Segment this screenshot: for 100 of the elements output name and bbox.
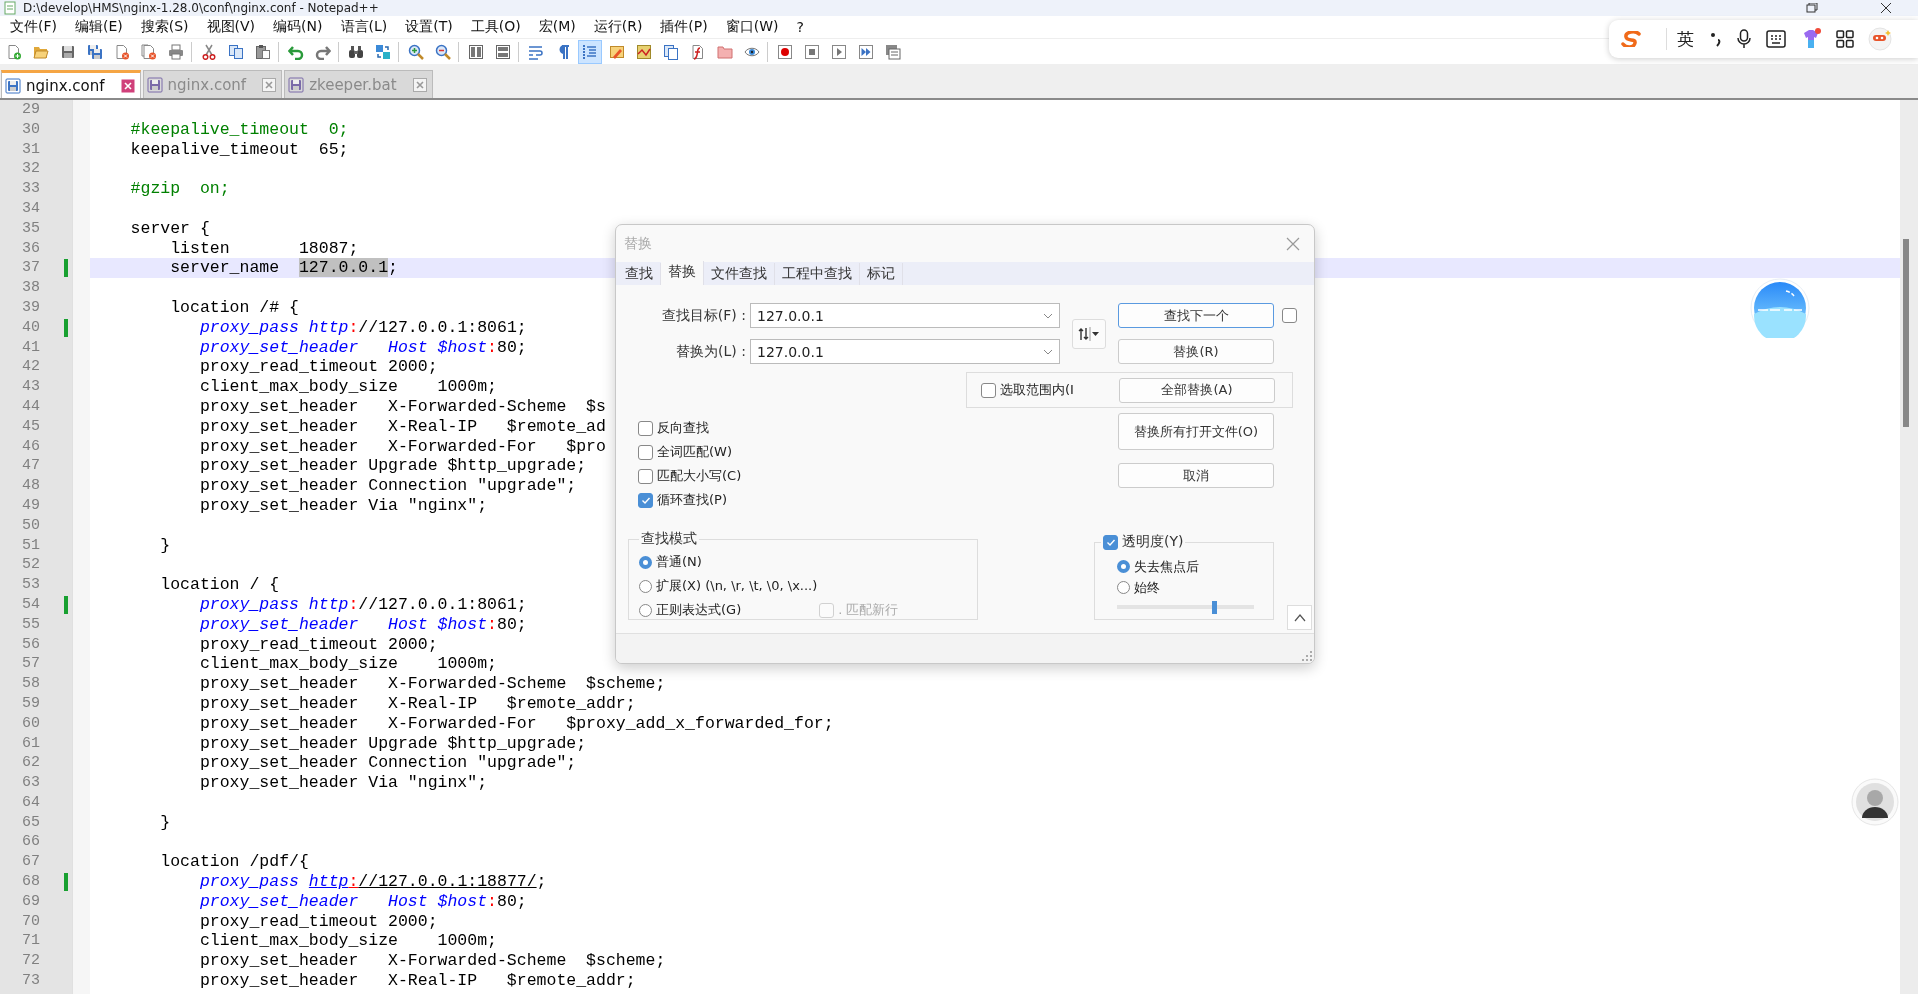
field-label: 替换为(L) : <box>675 342 747 361</box>
code-line: proxy_set_header Connection "upgrade"; <box>198 476 577 496</box>
checkbox-label: 循环查找(P) <box>657 491 727 509</box>
input-language-toggle[interactable]: 英 <box>1677 27 1694 51</box>
radio-button[interactable] <box>1117 560 1130 573</box>
line-number: 46 <box>21 436 40 457</box>
chevron-down-icon <box>1043 348 1053 355</box>
field-label: 查找目标(F) : <box>660 306 747 325</box>
dialog-tab[interactable]: 文件查找 <box>704 263 775 285</box>
code-line: keepalive_timeout 65; <box>129 139 349 159</box>
code-line: proxy_set_header X-Forwarded-Scheme $scheme; <box>198 674 666 694</box>
floating-ball-icon[interactable] <box>1750 278 1810 338</box>
code-line: proxy_set_header Upgrade $http_upgrade; <box>198 733 587 753</box>
line-number: 47 <box>21 456 40 477</box>
line-number: 61 <box>21 733 40 754</box>
file-tab[interactable]: nginx.conf <box>1 70 141 98</box>
code-line: proxy_read_timeout 2000; <box>198 634 438 654</box>
punctuation-icon[interactable] <box>1710 31 1722 47</box>
slider-thumb[interactable] <box>1212 601 1218 614</box>
line-number: 50 <box>21 515 40 536</box>
zoom-in-icon <box>408 43 424 60</box>
dialog-button[interactable]: 全部替换(A) <box>1119 377 1275 403</box>
menu-item[interactable]: 编码(N) <box>264 17 332 37</box>
menu-item[interactable]: 视图(V) <box>197 17 265 37</box>
menu-item[interactable]: 语言(L) <box>331 17 397 37</box>
checkbox-label: 匹配大小写(C) <box>657 467 742 485</box>
menu-item[interactable]: 文件(F) <box>1 17 66 37</box>
collapse-button[interactable] <box>1287 605 1312 630</box>
line-number: 72 <box>21 951 40 972</box>
checkbox[interactable] <box>1103 534 1118 550</box>
word-wrap-icon <box>528 43 544 60</box>
radio-button[interactable] <box>1117 581 1130 594</box>
copy-icon <box>228 43 244 60</box>
s-logo-icon[interactable] <box>1621 31 1643 47</box>
dialog-tab[interactable]: 替换 <box>661 261 704 285</box>
dialog-button[interactable]: 替换所有打开文件(O) <box>1118 413 1274 450</box>
indent-guide-button[interactable] <box>578 39 602 64</box>
code-line: proxy_set_header Via "nginx"; <box>198 495 488 515</box>
grid-icon[interactable] <box>1836 30 1854 48</box>
menu-item[interactable]: 工具(O) <box>461 17 530 37</box>
dialog-tab[interactable]: 标记 <box>860 263 903 285</box>
code-line: proxy_set_header X-Forwarded-Scheme $scheme; <box>198 951 666 971</box>
keyboard-icon[interactable] <box>1766 30 1786 48</box>
checkbox[interactable] <box>638 468 653 484</box>
close-icon[interactable] <box>1880 3 1892 13</box>
microphone-icon[interactable] <box>1736 29 1752 49</box>
radio-button[interactable] <box>639 603 652 617</box>
restore-icon[interactable] <box>1806 3 1818 13</box>
code-line: proxy_set_header Host $host:80; <box>198 337 527 357</box>
code-line: proxy_set_header X-Forwarded-For $proxy_add_x_forwarded_for; <box>198 713 834 733</box>
menu-item[interactable]: 搜索(S) <box>131 17 198 37</box>
line-number: 32 <box>21 159 40 180</box>
menu-item[interactable]: 运行(R) <box>584 17 652 37</box>
dialog-button[interactable]: 取消 <box>1118 463 1274 488</box>
code-line: server_name 127.0.0.1; <box>169 258 398 278</box>
menu-item[interactable]: 窗口(W) <box>716 17 788 37</box>
avatar-icon[interactable] <box>1851 778 1899 826</box>
play-icon <box>831 43 847 60</box>
dialog-title: 替换 <box>624 234 652 253</box>
combo-box[interactable]: 127.0.0.1 <box>750 339 1060 364</box>
dialog-button[interactable]: 查找下一个 <box>1118 303 1274 328</box>
code-line: proxy_set_header X-Real-IP $remote_addr; <box>198 693 636 713</box>
checkbox[interactable] <box>1282 308 1297 323</box>
combo-box[interactable]: 127.0.0.1 <box>750 303 1060 328</box>
paste-icon <box>255 43 271 60</box>
code-line: } <box>159 535 171 555</box>
line-number: 60 <box>21 713 40 734</box>
checkbox[interactable] <box>638 420 653 436</box>
checkbox[interactable] <box>638 492 653 508</box>
line-number: 48 <box>21 476 40 496</box>
line-number: 71 <box>21 931 40 952</box>
code-line: client_max_body_size 1000m; <box>198 654 497 674</box>
line-number: 33 <box>21 179 40 199</box>
scissors-icon <box>201 43 217 60</box>
checkbox[interactable] <box>638 444 653 460</box>
menu-item[interactable]: ? <box>787 18 813 36</box>
radio-button[interactable] <box>639 555 652 569</box>
line-number: 45 <box>21 416 40 437</box>
function-page-icon <box>690 43 706 60</box>
dialog-button[interactable]: 替换(R) <box>1118 339 1274 364</box>
scrollbar-thumb[interactable] <box>1903 239 1909 427</box>
checkbox[interactable] <box>981 382 996 398</box>
menu-item[interactable]: 宏(M) <box>529 17 585 37</box>
swap-button[interactable] <box>1072 318 1106 349</box>
line-number: 42 <box>21 357 40 378</box>
menu-item[interactable]: 设置(T) <box>396 17 462 37</box>
line-number: 67 <box>21 852 40 873</box>
menu-item[interactable]: 插件(P) <box>651 17 717 37</box>
radio-button[interactable] <box>639 579 652 593</box>
radio-label: 普通(N) <box>656 553 702 571</box>
resize-grip-icon[interactable] <box>1302 651 1312 661</box>
code-line: proxy_pass http://127.0.0.1:18877/; <box>198 872 547 892</box>
dialog-tab[interactable]: 工程中查找 <box>775 263 860 285</box>
scrollbar[interactable] <box>1900 100 1918 994</box>
line-number: 64 <box>21 792 40 813</box>
mascot-icon[interactable] <box>1868 27 1892 51</box>
line-number: 30 <box>21 119 40 140</box>
line-number: 38 <box>21 278 40 298</box>
menu-item[interactable]: 编辑(E) <box>66 17 132 37</box>
code-line: proxy_set_header X-Forwarded-For $pro <box>198 436 606 456</box>
